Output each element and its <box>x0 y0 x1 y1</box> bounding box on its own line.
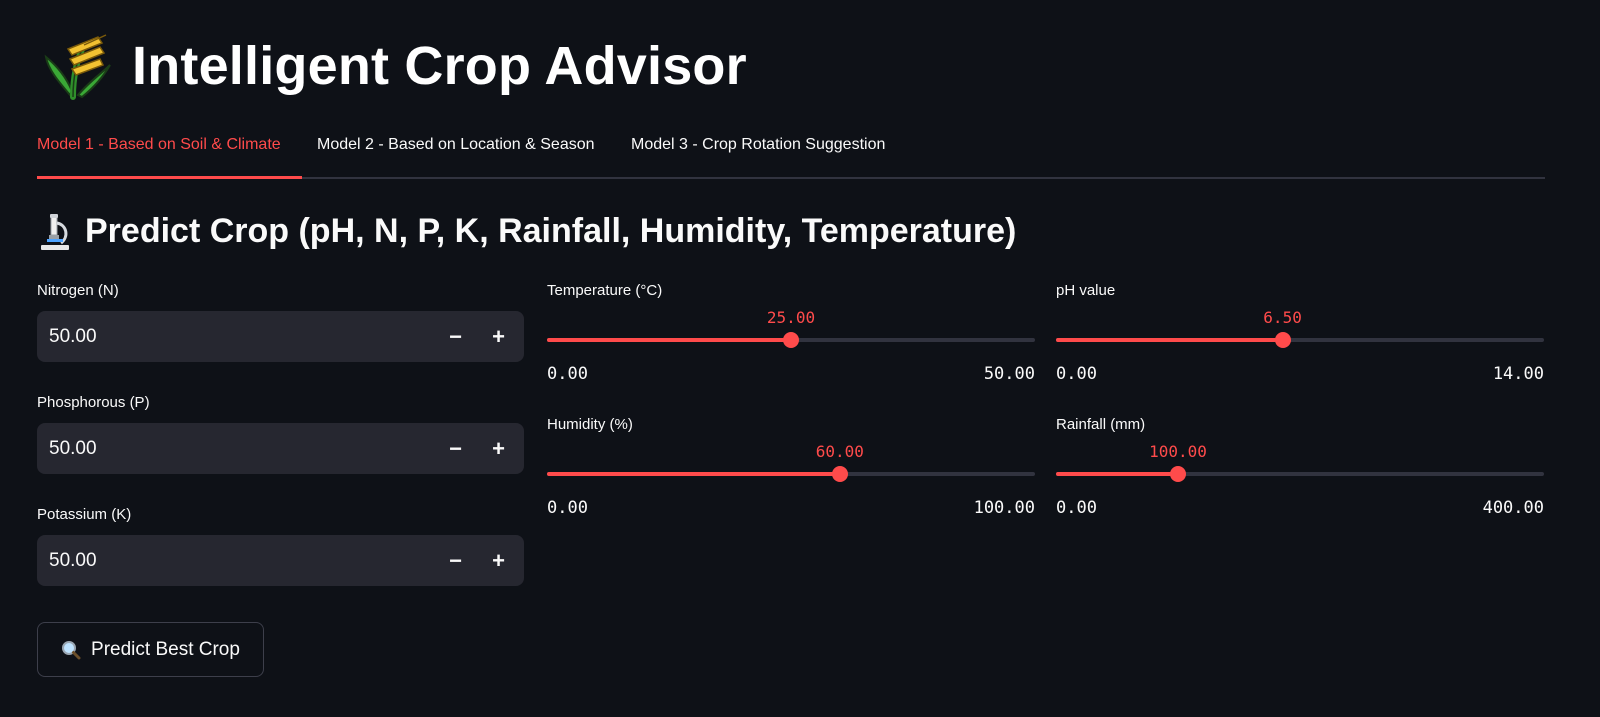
temperature-max: 50.00 <box>983 364 1035 384</box>
ph-min: 0.00 <box>1056 364 1097 384</box>
temperature-fill <box>547 338 791 342</box>
humidity-min: 0.00 <box>547 498 588 518</box>
rainfall-slider[interactable]: 100.00 0.00 400.00 <box>1056 442 1544 532</box>
potassium-decrement-button[interactable]: − <box>434 535 477 586</box>
phosphorous-label: Phosphorous (P) <box>37 394 150 411</box>
temperature-track[interactable] <box>547 332 1035 348</box>
rainfall-min: 0.00 <box>1056 498 1097 518</box>
ph-slider[interactable]: 6.50 0.00 14.00 <box>1056 308 1544 398</box>
temperature-current-value: 25.00 <box>766 308 816 327</box>
rainfall-label: Rainfall (mm) <box>1056 416 1146 433</box>
section-title: Predict Crop (pH, N, P, K, Rainfall, Hum… <box>85 212 1017 250</box>
rainfall-fill <box>1056 472 1178 476</box>
rainfall-thumb[interactable] <box>1170 466 1186 482</box>
tab-model-3[interactable]: Model 3 - Crop Rotation Suggestion <box>631 136 885 154</box>
tab-model-1[interactable]: Model 1 - Based on Soil & Climate <box>37 136 281 154</box>
nitrogen-label: Nitrogen (N) <box>37 282 119 299</box>
potassium-input: 50.00 − + <box>37 535 524 586</box>
phosphorous-input: 50.00 − + <box>37 423 524 474</box>
nitrogen-decrement-button[interactable]: − <box>434 311 477 362</box>
phosphorous-decrement-button[interactable]: − <box>434 423 477 474</box>
ph-track[interactable] <box>1056 332 1544 348</box>
humidity-current-value: 60.00 <box>815 442 864 461</box>
ph-fill <box>1056 338 1283 342</box>
predict-best-crop-button[interactable]: Predict Best Crop <box>37 622 264 677</box>
humidity-fill <box>547 472 840 476</box>
temperature-slider[interactable]: 25.00 0.00 50.00 <box>547 308 1035 398</box>
potassium-label: Potassium (K) <box>37 506 132 523</box>
ph-label: pH value <box>1056 282 1116 299</box>
rainfall-current-value: 100.00 <box>1149 442 1207 461</box>
app-header: Intelligent Crop Advisor <box>40 24 747 108</box>
ph-current-value: 6.50 <box>1263 308 1302 327</box>
nitrogen-input: 50.00 − + <box>37 311 524 362</box>
phosphorous-value[interactable]: 50.00 <box>37 438 434 460</box>
tab-bar: Model 1 - Based on Soil & Climate Model … <box>37 130 1545 179</box>
ph-thumb[interactable] <box>1274 332 1291 348</box>
ph-max: 14.00 <box>1492 364 1544 384</box>
humidity-max: 100.00 <box>973 498 1035 518</box>
humidity-thumb[interactable] <box>831 466 848 482</box>
potassium-value[interactable]: 50.00 <box>37 550 434 572</box>
crop-plant-icon <box>44 34 111 100</box>
temperature-label: Temperature (°C) <box>547 282 663 299</box>
temperature-thumb[interactable] <box>783 332 799 348</box>
section-header: Predict Crop (pH, N, P, K, Rainfall, Hum… <box>37 212 1016 251</box>
temperature-min: 0.00 <box>547 364 588 384</box>
app-root: Intelligent Crop Advisor Model 1 - Based… <box>0 0 1600 717</box>
rainfall-track[interactable] <box>1056 466 1544 482</box>
humidity-label: Humidity (%) <box>547 416 633 433</box>
rainfall-max: 400.00 <box>1482 498 1544 518</box>
magnifier-icon <box>62 640 81 659</box>
phosphorous-increment-button[interactable]: + <box>477 423 520 474</box>
tab-model-2[interactable]: Model 2 - Based on Location & Season <box>317 136 595 154</box>
humidity-track[interactable] <box>547 466 1035 482</box>
humidity-slider[interactable]: 60.00 0.00 100.00 <box>547 442 1035 532</box>
microscope-icon <box>41 213 69 250</box>
active-tab-indicator <box>37 176 302 179</box>
nitrogen-increment-button[interactable]: + <box>477 311 520 362</box>
predict-button-label: Predict Best Crop <box>91 638 240 660</box>
potassium-increment-button[interactable]: + <box>477 535 520 586</box>
app-title: Intelligent Crop Advisor <box>132 36 747 96</box>
nitrogen-value[interactable]: 50.00 <box>37 326 434 348</box>
